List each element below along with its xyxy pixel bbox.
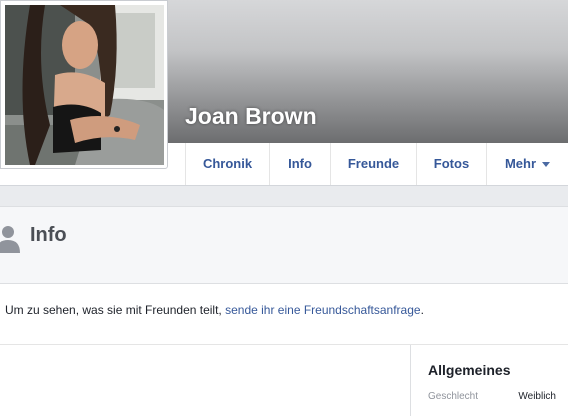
notice-prefix: Um zu sehen, was sie mit Freunden teilt, [5,303,222,317]
friend-request-notice: Um zu sehen, was sie mit Freunden teilt,… [0,284,568,345]
profile-photo-image [5,5,164,165]
notice-text: Um zu sehen, was sie mit Freunden teilt,… [5,302,424,318]
notice-suffix: . [420,303,424,317]
tab-freunde[interactable]: Freunde [330,143,416,185]
caret-down-icon [542,162,551,168]
gender-label: Geschlecht [428,391,479,402]
tab-mehr[interactable]: Mehr [486,143,568,185]
profile-picture[interactable] [0,0,168,169]
info-section-header: Info [0,206,568,284]
gender-value: Weiblich [518,391,556,402]
profile-name[interactable]: Joan Brown [185,102,317,130]
send-friend-request-link[interactable]: sende ihr eine Freundschaftsanfrage [225,303,420,317]
left-content-panel [0,345,410,416]
person-icon [0,226,20,253]
info-title: Info [30,224,67,246]
tab-mehr-label: Mehr [504,156,537,171]
general-info-panel: Allgemeines Geschlecht Weiblich [410,345,568,416]
tab-fotos[interactable]: Fotos [416,143,486,185]
general-section-title: Allgemeines [428,362,511,378]
tab-info[interactable]: Info [269,143,330,185]
tab-chronik[interactable]: Chronik [185,143,269,185]
